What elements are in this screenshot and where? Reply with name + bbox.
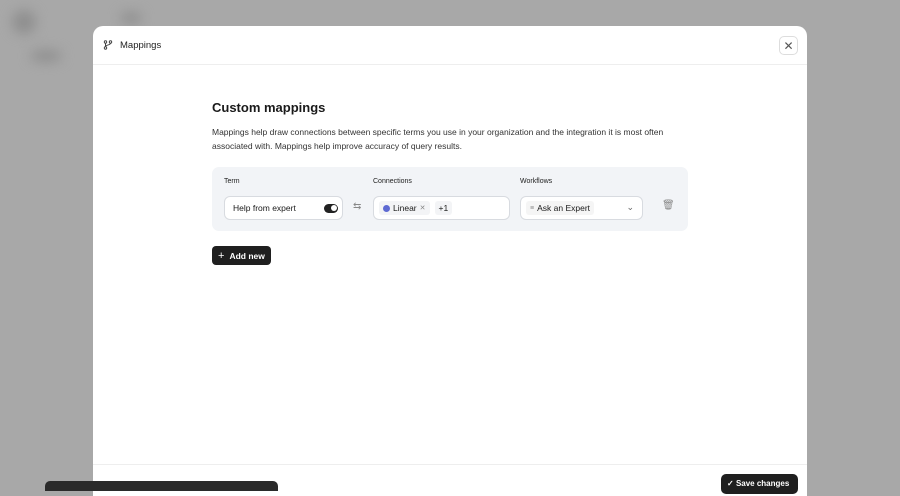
linear-icon	[383, 204, 390, 212]
close-button[interactable]: ✕	[779, 36, 798, 55]
more-connections[interactable]: +1	[434, 201, 453, 215]
background-item	[30, 50, 62, 62]
add-new-button[interactable]: + Add new	[212, 246, 271, 265]
term-input[interactable]: Help from expert	[224, 196, 343, 220]
workflows-label: Workflows	[520, 178, 553, 185]
modal-header: Mappings	[93, 26, 807, 65]
term-toggle[interactable]	[324, 203, 338, 213]
delete-button[interactable]: 🗑	[662, 200, 675, 211]
term-value: Help from expert	[233, 203, 296, 213]
close-icon: ✕	[783, 38, 794, 53]
trash-icon: 🗑	[662, 200, 675, 211]
remove-icon[interactable]: ✕	[420, 204, 426, 212]
workflow-icon: ≡	[530, 204, 535, 212]
modal-footer	[93, 464, 807, 465]
connections-label: Connections	[373, 178, 412, 185]
chevron-down-icon: ⌄	[626, 202, 634, 212]
toast	[45, 481, 278, 491]
mappings-modal: Mappings ✕ Custom mappings Mappings help…	[93, 26, 807, 496]
workflow-chip: ≡ Ask an Expert	[526, 201, 595, 215]
workflow-select[interactable]: ≡ Ask an Expert ⌄	[520, 196, 643, 220]
connections-input[interactable]: Linear ✕ +1	[373, 196, 510, 220]
term-label: Term	[224, 178, 240, 185]
plus-icon: +	[218, 249, 225, 262]
page-title: Custom mappings	[212, 100, 326, 115]
modal-title: Mappings	[120, 39, 162, 51]
swap-icon: ⇆	[353, 201, 362, 212]
save-changes-button[interactable]: ✓ Save changes	[721, 474, 798, 494]
background-avatar	[12, 10, 36, 34]
background-item	[120, 12, 142, 24]
mapping-row: Term Connections Workflows Help from exp…	[212, 167, 688, 231]
connection-chip: Linear ✕	[379, 201, 430, 215]
add-new-label: Add new	[229, 250, 265, 261]
description: Mappings help draw connections between s…	[212, 127, 664, 151]
connection-name: Linear	[393, 203, 417, 213]
git-branch-icon	[103, 40, 113, 50]
workflow-value: Ask an Expert	[537, 203, 591, 213]
